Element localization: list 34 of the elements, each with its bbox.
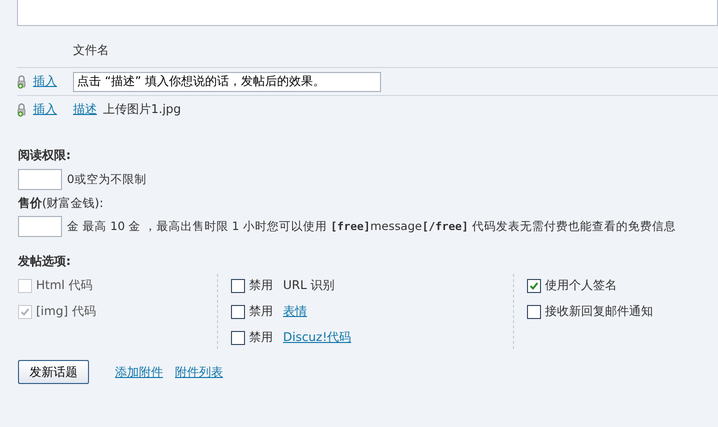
read-permission-label: 阅读权限: — [18, 147, 71, 164]
checkbox[interactable] — [231, 330, 245, 344]
option-label: 接收新回复邮件通知 — [545, 303, 653, 320]
checkbox[interactable] — [231, 304, 245, 318]
read-permission-hint: 0或空为不限制 — [67, 172, 146, 187]
price-label: 售价 — [18, 194, 42, 212]
checkbox[interactable] — [231, 278, 245, 292]
attachment-link[interactable]: 添加附件 — [115, 364, 163, 380]
submit-button[interactable]: 发新话题 — [18, 360, 89, 384]
column-header: 文件名 — [17, 26, 718, 68]
post-options-label: 发帖选项: — [18, 253, 71, 270]
option-label: [img] 代码 — [36, 303, 96, 320]
option-prefix: 禁用 — [249, 277, 273, 294]
description-field[interactable]: 点击 “描述” 填入你想说的话，发帖后的效果。 — [73, 72, 381, 92]
option-link[interactable]: 表情 — [283, 303, 307, 320]
lock-icon — [17, 102, 26, 116]
option-prefix: 禁用 — [249, 303, 273, 320]
option-label: URL 识别 — [283, 277, 335, 294]
attachment-link[interactable]: 附件列表 — [175, 364, 223, 380]
option-label: Html 代码 — [36, 277, 93, 294]
read-permission-field[interactable] — [18, 169, 62, 190]
option-label: 使用个人签名 — [545, 277, 617, 294]
describe-link[interactable]: 描述 — [73, 101, 97, 118]
option-link[interactable]: Discuz!代码 — [283, 329, 352, 346]
price-hint: 金 最高 10 金 ，最高出售时限 1 小时您可以使用 [free]message[/free] 代码发表无需付费也能查看的免费信息 — [67, 219, 676, 234]
price-field[interactable] — [18, 216, 62, 237]
price-note: (财富金钱): — [42, 194, 104, 212]
lock-icon — [17, 74, 26, 88]
insert-link[interactable]: 插入 — [33, 74, 57, 88]
insert-link[interactable]: 插入 — [33, 102, 57, 116]
checkbox[interactable] — [527, 278, 541, 292]
checkbox[interactable] — [527, 304, 541, 318]
option-prefix: 禁用 — [249, 329, 273, 346]
file-name: 上传图片1.jpg — [103, 101, 182, 118]
